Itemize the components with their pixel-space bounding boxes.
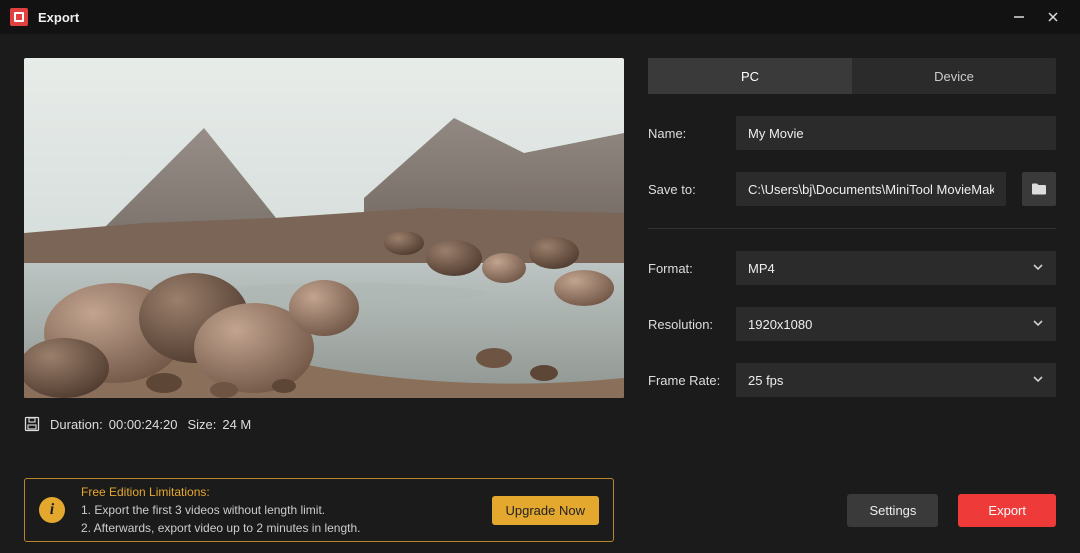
close-button[interactable]: [1036, 0, 1070, 34]
chevron-down-icon: [1032, 373, 1044, 388]
resolution-select[interactable]: 1920x1080: [736, 307, 1056, 341]
upgrade-button[interactable]: Upgrade Now: [492, 496, 600, 525]
duration-value: 00:00:24:20: [109, 417, 178, 432]
browse-button[interactable]: [1022, 172, 1056, 206]
limitations-line1: 1. Export the first 3 videos without len…: [81, 501, 361, 519]
format-label: Format:: [648, 261, 724, 276]
titlebar: Export: [0, 0, 1080, 34]
minimize-button[interactable]: [1002, 0, 1036, 34]
saveto-input[interactable]: [736, 172, 1006, 206]
limitations-line2: 2. Afterwards, export video up to 2 minu…: [81, 519, 361, 537]
disk-icon: [24, 416, 40, 432]
saveto-label: Save to:: [648, 182, 724, 197]
export-info: Duration: 00:00:24:20 Size: 24 M: [24, 416, 624, 432]
resolution-label: Resolution:: [648, 317, 724, 332]
format-value: MP4: [748, 261, 775, 276]
settings-button[interactable]: Settings: [847, 494, 938, 527]
export-window: Export: [0, 0, 1080, 553]
framerate-select[interactable]: 25 fps: [736, 363, 1056, 397]
duration-label: Duration:: [50, 417, 103, 432]
folder-icon: [1031, 182, 1047, 196]
size-label: Size:: [187, 417, 216, 432]
video-preview: [24, 58, 624, 398]
limitations-banner: i Free Edition Limitations: 1. Export th…: [24, 478, 614, 542]
tab-device[interactable]: Device: [852, 58, 1056, 94]
format-select[interactable]: MP4: [736, 251, 1056, 285]
export-target-tabs: PC Device: [648, 58, 1056, 94]
name-label: Name:: [648, 126, 724, 141]
framerate-value: 25 fps: [748, 373, 783, 388]
info-icon: i: [39, 497, 65, 523]
export-button[interactable]: Export: [958, 494, 1056, 527]
resolution-value: 1920x1080: [748, 317, 812, 332]
chevron-down-icon: [1032, 317, 1044, 332]
size-value: 24 M: [222, 417, 251, 432]
limitations-header: Free Edition Limitations:: [81, 483, 361, 501]
tab-pc[interactable]: PC: [648, 58, 852, 94]
chevron-down-icon: [1032, 261, 1044, 276]
window-title: Export: [38, 10, 79, 25]
app-icon: [10, 8, 28, 26]
framerate-label: Frame Rate:: [648, 373, 724, 388]
name-input[interactable]: [736, 116, 1056, 150]
